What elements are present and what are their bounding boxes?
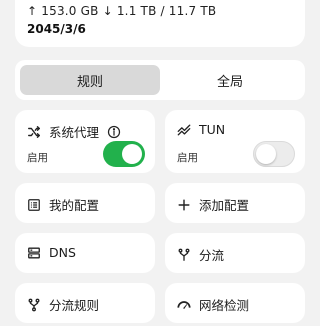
traffic-usage: ↑ 153.0 GB ↓ 1.1 TB / 11.7 TB (27, 4, 217, 18)
add-config-label: 添加配置 (199, 198, 250, 213)
tun-tile: TUN 启用 (165, 110, 305, 173)
network-check-label: 网络检测 (199, 298, 250, 313)
stacked-chart-icon (177, 123, 191, 137)
network-check-tile[interactable]: 网络检测 (165, 283, 305, 323)
split-label: 分流 (199, 248, 225, 263)
mode-segmented-control: 规则 全局 (15, 60, 305, 100)
mode-rule-button[interactable]: 规则 (20, 65, 160, 95)
tun-status: 启用 (177, 152, 198, 164)
toggle-knob (122, 144, 142, 164)
split-rules-tile[interactable]: 分流规则 (15, 283, 155, 323)
system-proxy-label: 系统代理 (49, 125, 100, 140)
toggle-knob (256, 144, 276, 164)
dns-label: DNS (49, 245, 76, 260)
info-icon[interactable] (107, 125, 121, 139)
plus-icon (177, 198, 191, 212)
tun-label: TUN (199, 122, 226, 137)
list-icon (27, 198, 41, 212)
merge-icon (27, 298, 41, 312)
fork-icon (177, 248, 191, 262)
subscription-info-card[interactable]: ↑ 153.0 GB ↓ 1.1 TB / 11.7 TB 2045/3/6 (15, 0, 305, 47)
system-proxy-tile: 系统代理 启用 (15, 110, 155, 173)
dns-tile[interactable]: DNS (15, 233, 155, 273)
system-proxy-status: 启用 (27, 152, 48, 164)
add-config-tile[interactable]: 添加配置 (165, 183, 305, 223)
my-config-tile[interactable]: 我的配置 (15, 183, 155, 223)
shuffle-icon (27, 125, 41, 139)
speedometer-icon (177, 298, 191, 312)
split-rules-label: 分流规则 (49, 298, 100, 313)
mode-global-button[interactable]: 全局 (160, 65, 300, 95)
expire-date: 2045/3/6 (27, 22, 86, 36)
my-config-label: 我的配置 (49, 198, 100, 213)
app-page: ↑ 153.0 GB ↓ 1.1 TB / 11.7 TB 2045/3/6 规… (0, 0, 320, 326)
system-proxy-toggle[interactable] (103, 141, 145, 167)
split-tile[interactable]: 分流 (165, 233, 305, 273)
tun-toggle[interactable] (253, 141, 295, 167)
server-icon (27, 246, 41, 260)
